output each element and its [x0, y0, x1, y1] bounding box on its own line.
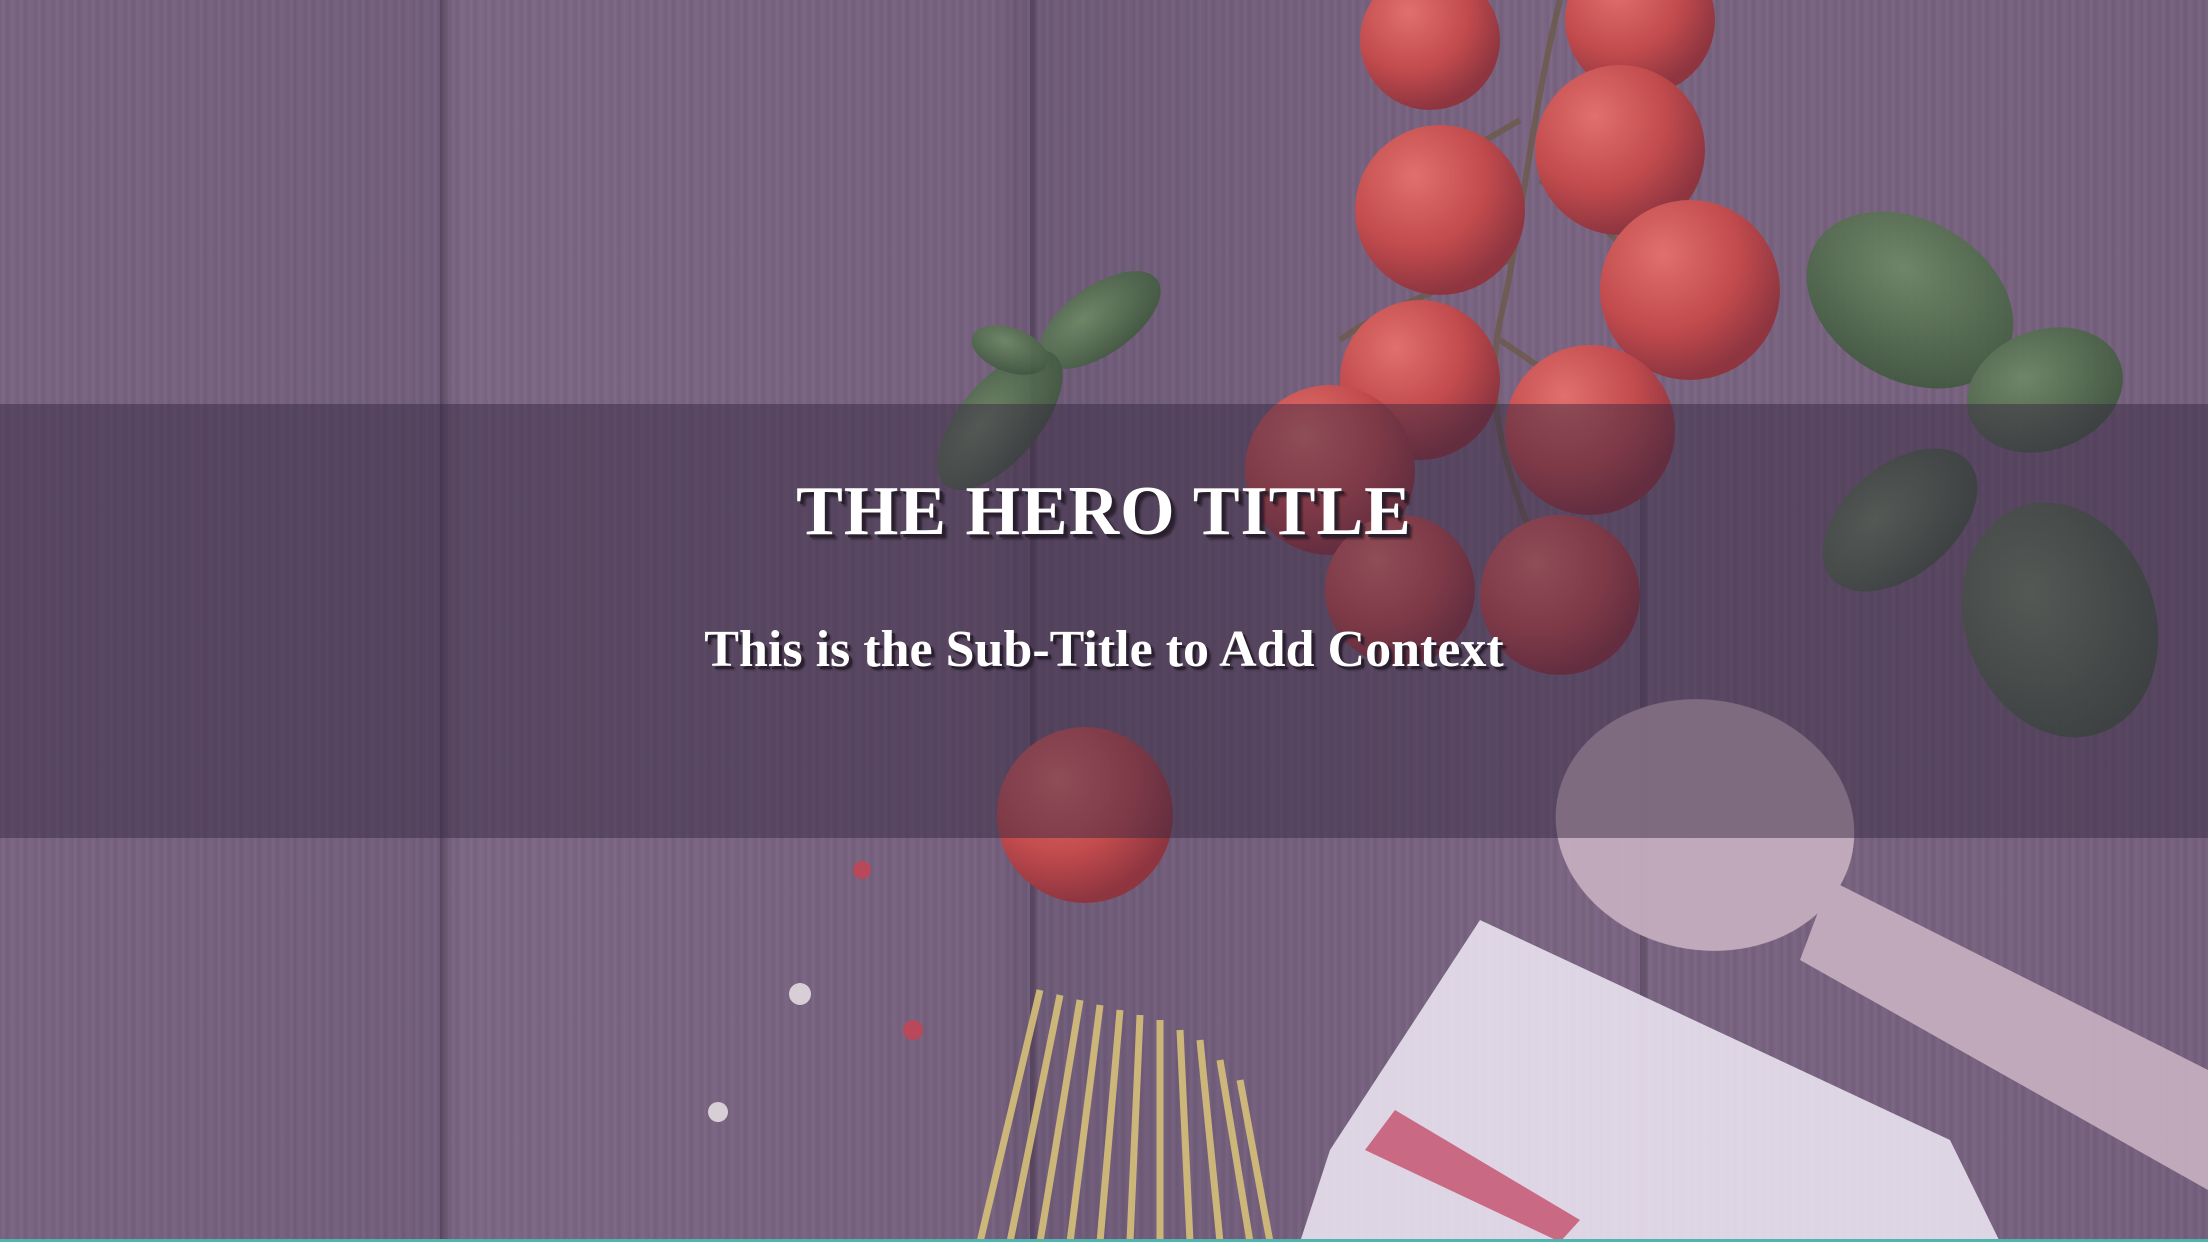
hero-subtitle: This is the Sub-Title to Add Context — [704, 621, 1504, 678]
peppercorns — [708, 861, 923, 1122]
spaghetti-bundle — [976, 989, 1274, 1242]
hero-section: THE HERO TITLE This is the Sub-Title to … — [0, 0, 2208, 1242]
hero-title: THE HERO TITLE — [796, 473, 1412, 550]
